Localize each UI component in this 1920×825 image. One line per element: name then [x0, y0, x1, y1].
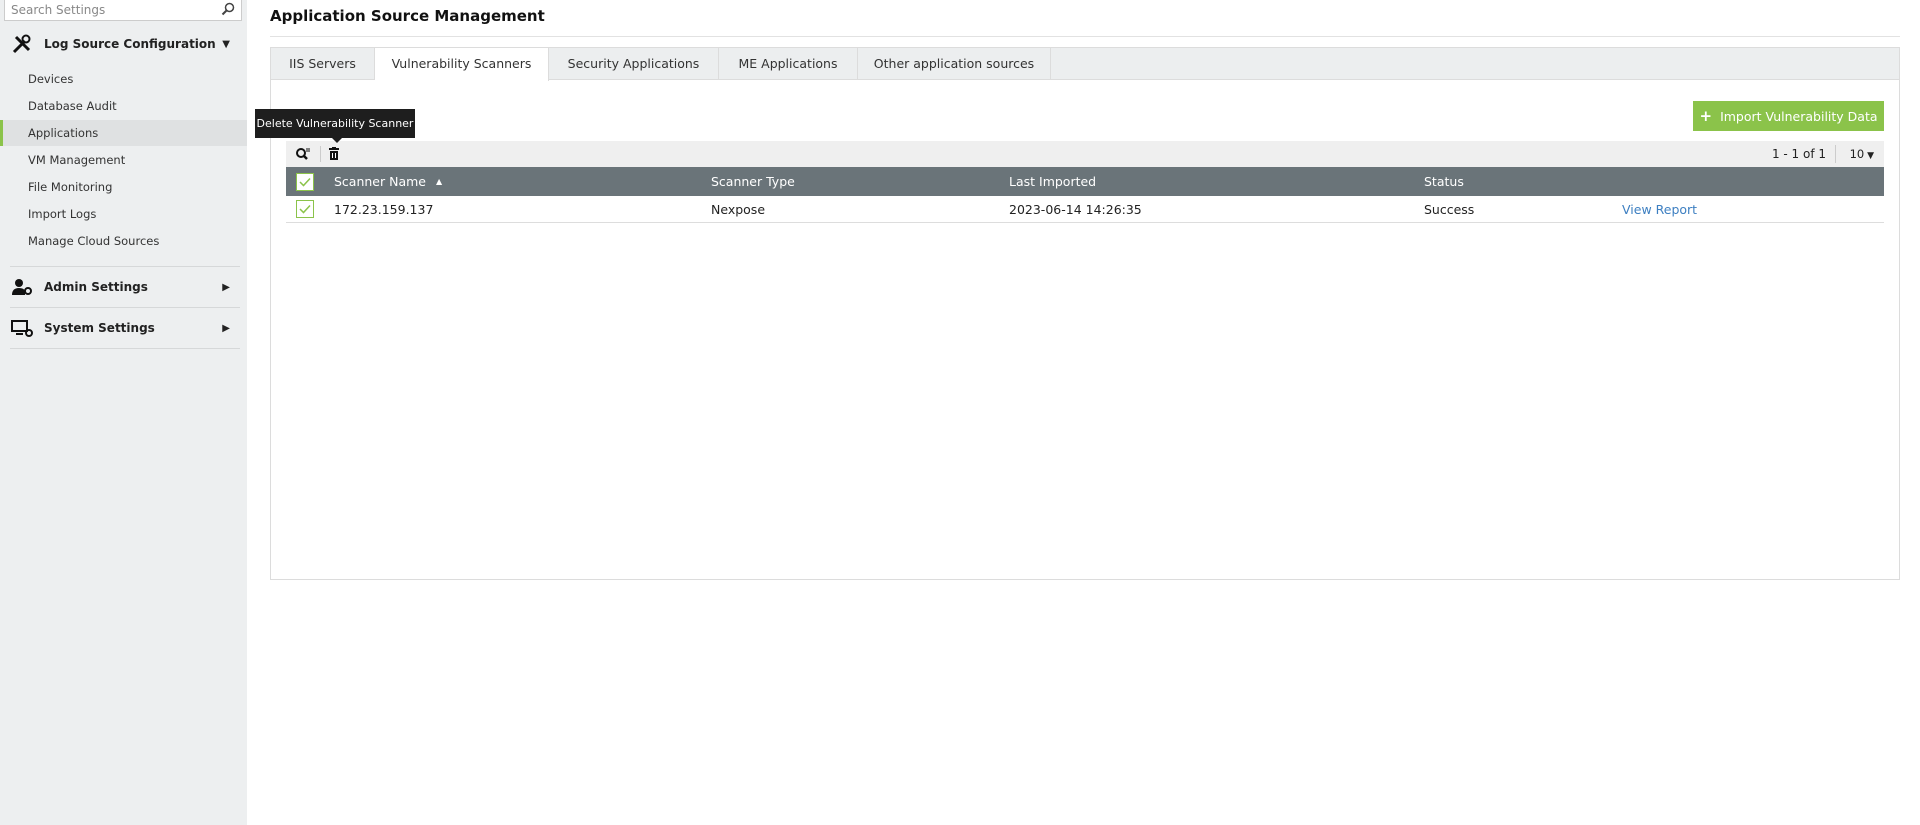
check-icon [299, 177, 311, 187]
plus-icon: + [1699, 107, 1713, 125]
sidebar-group-label: Admin Settings [44, 280, 148, 294]
button-label: Import Vulnerability Data [1720, 108, 1878, 124]
column-label: Scanner Name [334, 174, 426, 189]
search-icon[interactable] [221, 2, 235, 16]
page-size-select[interactable]: 10 ▼ [1850, 147, 1874, 161]
sidebar-group-log-source[interactable]: Log Source Configuration ▼ [10, 34, 240, 54]
search-input[interactable]: Search Settings [4, 0, 242, 21]
last-imported-cell: 2023-06-14 14:26:35 [1009, 201, 1142, 217]
check-icon [299, 204, 311, 214]
sidebar-item-vm-management[interactable]: VM Management [0, 147, 247, 173]
tab-iis-servers[interactable]: IIS Servers [271, 48, 375, 80]
column-scanner-name[interactable]: Scanner Name ▲ [334, 167, 442, 196]
table-toolbar: 1 - 1 of 1 10 ▼ [286, 141, 1884, 167]
search-placeholder: Search Settings [11, 3, 106, 17]
sidebar-item-devices[interactable]: Devices [0, 66, 247, 92]
tab-bar: IIS Servers Vulnerability Scanners Secur… [270, 47, 1900, 81]
scanner-name-cell: 172.23.159.137 [334, 201, 434, 217]
monitor-gear-icon [10, 318, 34, 338]
pagination-info: 1 - 1 of 1 [1771, 147, 1826, 161]
sidebar: Search Settings Log Source Configuration… [0, 0, 247, 825]
tab-me-applications[interactable]: ME Applications [719, 48, 858, 80]
sort-asc-icon: ▲ [436, 177, 443, 186]
sidebar-group-label: System Settings [44, 321, 155, 335]
tab-vulnerability-scanners[interactable]: Vulnerability Scanners [375, 48, 549, 81]
column-last-imported[interactable]: Last Imported [1009, 167, 1096, 196]
tooltip: Delete Vulnerability Scanner [255, 109, 415, 143]
import-vulnerability-data-button[interactable]: + Import Vulnerability Data [1693, 101, 1884, 131]
tools-icon [10, 34, 34, 54]
divider [10, 307, 240, 308]
trash-icon[interactable] [329, 147, 339, 160]
page-title: Application Source Management [270, 7, 545, 25]
select-all-checkbox[interactable] [296, 172, 314, 191]
sidebar-group-system-settings[interactable]: System Settings ▶ [10, 318, 240, 338]
divider [270, 36, 1900, 37]
sidebar-item-manage-cloud-sources[interactable]: Manage Cloud Sources [0, 228, 247, 254]
row-checkbox[interactable] [296, 200, 314, 218]
scanner-type-cell: Nexpose [711, 201, 766, 217]
sidebar-item-file-monitoring[interactable]: File Monitoring [0, 174, 247, 200]
user-gear-icon [10, 277, 34, 297]
table-row: 172.23.159.137 Nexpose 2023-06-14 14:26:… [286, 196, 1884, 223]
divider [10, 348, 240, 349]
sidebar-group-admin-settings[interactable]: Admin Settings ▶ [10, 277, 240, 297]
caret-down-icon: ▼ [1864, 151, 1874, 161]
column-status[interactable]: Status [1424, 167, 1464, 196]
tab-security-applications[interactable]: Security Applications [549, 48, 719, 80]
caret-down-icon: ▼ [222, 38, 230, 50]
page-size-value: 10 [1849, 147, 1865, 161]
tab-other-application-sources[interactable]: Other application sources [858, 48, 1051, 80]
column-scanner-type[interactable]: Scanner Type [711, 167, 795, 196]
sidebar-item-applications[interactable]: Applications [0, 120, 247, 146]
table-header: Scanner Name ▲ Scanner Type Last Imported… [286, 167, 1884, 196]
caret-right-icon: ▶ [222, 322, 230, 334]
sidebar-group-label: Log Source Configuration [44, 37, 216, 51]
sidebar-item-database-audit[interactable]: Database Audit [0, 93, 247, 119]
toolbar-separator [1835, 145, 1836, 163]
search-filter-icon[interactable] [295, 147, 311, 161]
status-cell: Success [1424, 201, 1475, 217]
view-report-link[interactable]: View Report [1622, 202, 1697, 217]
caret-right-icon: ▶ [222, 281, 230, 293]
divider [10, 266, 240, 267]
toolbar-separator [320, 146, 321, 162]
sidebar-item-import-logs[interactable]: Import Logs [0, 201, 247, 227]
